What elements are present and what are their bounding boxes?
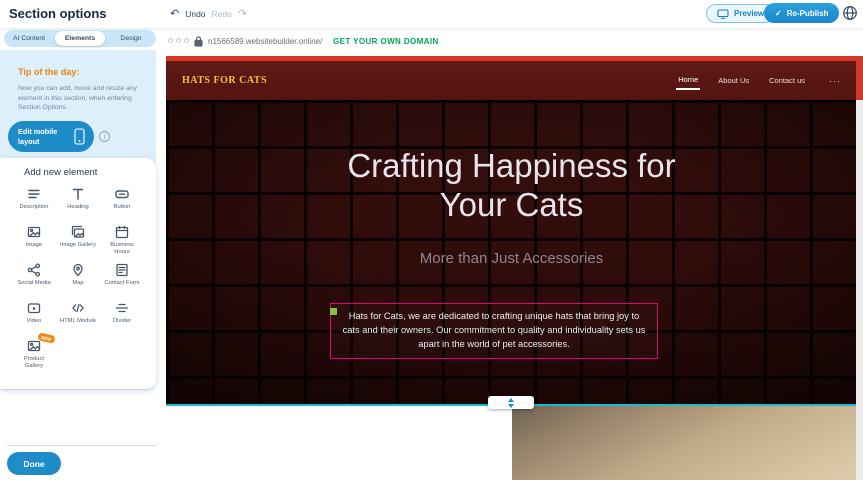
- undo-icon[interactable]: ↶: [170, 7, 179, 20]
- nav-more-icon[interactable]: ···: [829, 76, 841, 86]
- next-section-image: [512, 406, 863, 480]
- tab-ai-content[interactable]: AI Content: [4, 30, 54, 47]
- section-resize-handle[interactable]: ···· ····: [488, 396, 534, 409]
- element-description[interactable]: Description: [12, 186, 56, 223]
- window-dot: [184, 38, 189, 43]
- done-button[interactable]: Done: [7, 452, 61, 475]
- divider-icon: [114, 300, 130, 316]
- hero-heading-line1: Crafting Happiness for: [166, 146, 857, 185]
- site-header[interactable]: HATS FOR CATS Home About Us Contact us ·…: [166, 61, 857, 100]
- hero-section[interactable]: Crafting Happiness for Your Cats More th…: [166, 100, 857, 405]
- phone-icon: [74, 128, 85, 145]
- business-hours-icon: [114, 224, 130, 240]
- edit-mobile-label: Edit mobile layout: [18, 127, 66, 145]
- element-label: Business Hours: [103, 242, 141, 256]
- image-icon: [26, 224, 42, 240]
- tab-design[interactable]: Design: [106, 30, 156, 47]
- window-controls: [168, 38, 189, 43]
- preview-label: Preview: [734, 9, 764, 18]
- site-logo[interactable]: HATS FOR CATS: [182, 75, 267, 86]
- grip-dots: ····: [518, 400, 530, 406]
- element-map[interactable]: Map: [56, 262, 100, 299]
- social-media-icon: [26, 262, 42, 278]
- element-html-module[interactable]: HTML Module: [56, 300, 100, 337]
- element-product-gallery[interactable]: NEW Product Gallery: [12, 338, 56, 375]
- element-label: Map: [72, 280, 83, 287]
- element-divider[interactable]: Divider: [100, 300, 144, 337]
- undo-redo-group: ↶ Undo Redo ↷: [170, 7, 247, 20]
- nav-contact-us[interactable]: Contact us: [767, 72, 807, 89]
- add-element-title: Add new element: [24, 167, 97, 178]
- info-icon[interactable]: i: [99, 131, 110, 142]
- nav-about-us[interactable]: About Us: [716, 72, 751, 89]
- topbar: Section options ↶ Undo Redo ↷ Preview ✓ …: [0, 0, 863, 28]
- element-contact-form[interactable]: Contact Form: [100, 262, 144, 299]
- edit-mobile-layout-button[interactable]: Edit mobile layout: [8, 121, 94, 152]
- get-domain-link[interactable]: GET YOUR OWN DOMAIN: [333, 37, 439, 46]
- button-icon: [114, 186, 130, 202]
- hero-body-text: Hats for Cats, we are dedicated to craft…: [343, 311, 646, 349]
- globe-icon[interactable]: [842, 5, 858, 21]
- element-image-gallery[interactable]: Image Gallery: [56, 224, 100, 261]
- element-label: Image: [26, 242, 42, 249]
- preview-scrollbar[interactable]: [856, 56, 863, 480]
- element-label: Heading: [67, 204, 89, 211]
- element-heading[interactable]: Heading: [56, 186, 100, 223]
- element-label: Description: [20, 204, 49, 211]
- app-window: Section options ↶ Undo Redo ↷ Preview ✓ …: [0, 0, 863, 480]
- element-button[interactable]: Button: [100, 186, 144, 223]
- window-dot: [176, 38, 181, 43]
- republish-label: Re-Publish: [787, 9, 829, 18]
- redo-button[interactable]: Redo: [212, 9, 232, 19]
- element-label: Image Gallery: [60, 242, 96, 249]
- undo-button[interactable]: Undo: [185, 9, 205, 19]
- drag-handle[interactable]: [330, 308, 337, 315]
- nav-home[interactable]: Home: [676, 71, 700, 90]
- element-social-media[interactable]: Social Media: [12, 262, 56, 299]
- element-label: Social Media: [17, 280, 50, 287]
- contact-form-icon: [114, 262, 130, 278]
- description-icon: [26, 186, 42, 202]
- resize-arrows-icon: [508, 398, 514, 408]
- site-nav: Home About Us Contact us ···: [676, 71, 841, 90]
- monitor-icon: [717, 9, 729, 19]
- html-module-icon: [70, 300, 86, 316]
- republish-button[interactable]: ✓ Re-Publish: [764, 3, 839, 23]
- element-video[interactable]: Video: [12, 300, 56, 337]
- element-label: HTML Module: [60, 318, 96, 325]
- lock-icon: [194, 36, 203, 47]
- element-label: Product Gallery: [15, 356, 53, 370]
- scrollbar-thumb[interactable]: [856, 56, 863, 100]
- hero-subtitle[interactable]: More than Just Accessories: [166, 250, 857, 267]
- element-label: Button: [114, 204, 131, 211]
- url-text: n1566589.websitebuilder.online/: [208, 37, 322, 46]
- redo-icon[interactable]: ↷: [238, 7, 247, 20]
- sidebar-tabs: AI Content Elements Design: [4, 30, 156, 47]
- tab-elements[interactable]: Elements: [55, 31, 105, 46]
- element-grid: Description Heading Button Image: [12, 186, 144, 375]
- video-icon: [26, 300, 42, 316]
- element-business-hours[interactable]: Business Hours: [100, 224, 144, 261]
- window-dot: [168, 38, 173, 43]
- tip-title: Tip of the day:: [18, 67, 79, 77]
- hero-heading[interactable]: Crafting Happiness for Your Cats: [166, 146, 857, 224]
- page-title: Section options: [9, 6, 107, 21]
- selected-text-element[interactable]: Hats for Cats, we are dedicated to craft…: [330, 303, 658, 359]
- image-gallery-icon: [70, 224, 86, 240]
- tip-body: Now you can add, move and resize any ele…: [18, 84, 146, 113]
- add-element-panel: Add new element Description Heading Butt…: [0, 158, 156, 389]
- element-image[interactable]: Image: [12, 224, 56, 261]
- grip-dots: ····: [492, 400, 504, 406]
- element-label: Divider: [113, 318, 131, 325]
- map-icon: [70, 262, 86, 278]
- check-icon: ✓: [775, 9, 782, 18]
- sidebar-divider: [7, 445, 155, 446]
- element-label: Video: [27, 318, 42, 325]
- hero-heading-line2: Your Cats: [166, 185, 857, 224]
- heading-icon: [70, 186, 86, 202]
- element-label: Contact Form: [104, 280, 139, 287]
